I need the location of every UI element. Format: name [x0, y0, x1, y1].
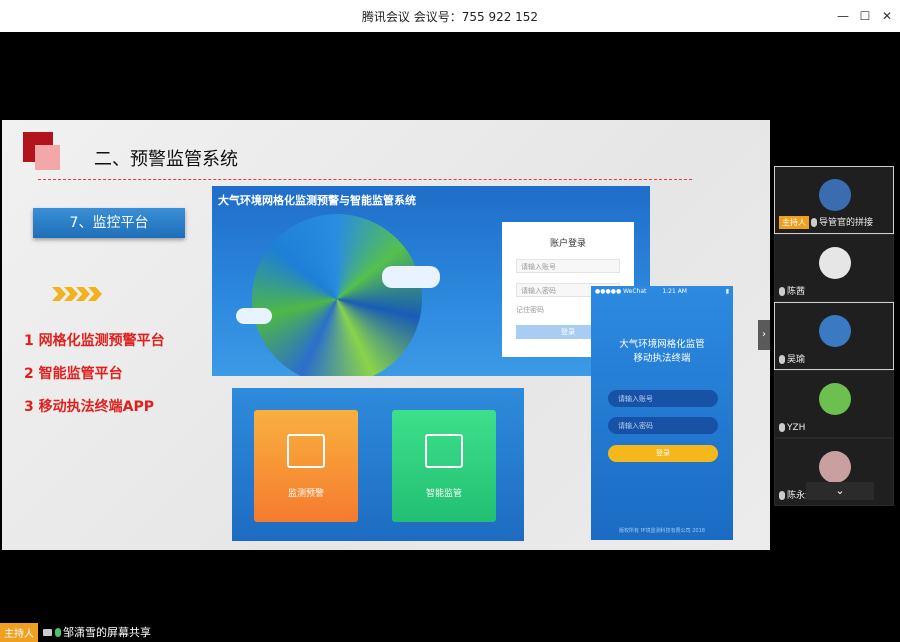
minimize-icon[interactable]: —	[832, 6, 854, 26]
app-password-field: 请输入密码	[608, 417, 718, 434]
shield-document-icon	[425, 434, 463, 468]
screen-share-status: 主持人 邹潇雪的屏幕共享	[0, 622, 151, 642]
login-username-field: 请输入账号	[516, 259, 620, 273]
host-badge: 主持人	[0, 622, 38, 642]
participant-tile[interactable]: YZH	[774, 370, 894, 438]
participant-name: 陈茜	[787, 287, 806, 297]
tile-label: 智能监管	[425, 489, 462, 499]
maximize-icon[interactable]: ☐	[854, 6, 876, 26]
chevron-arrows-icon	[52, 287, 102, 301]
slide-title: 二、预警监管系统	[94, 149, 238, 170]
feature-list: 1 网格化监测预警平台 2 智能监管平台 3 移动执法终端APP	[24, 330, 165, 429]
participant-tile[interactable]: 吴瑜	[774, 302, 894, 370]
share-status-text: 邹潇雪的屏幕共享	[63, 626, 151, 639]
mobile-app-screenshot: ●●●●● WeChat 1:21 AM ▮ 大气环境网格化监管 移动执法终端 …	[591, 286, 733, 540]
monitor-warning-tile: 监测预警	[254, 410, 358, 522]
participant-name: 吴瑜	[787, 355, 806, 365]
microphone-icon	[811, 218, 817, 227]
microphone-icon	[55, 627, 61, 637]
avatar	[819, 315, 851, 347]
microphone-icon	[779, 355, 785, 364]
app-title-line: 移动执法终端	[633, 353, 691, 364]
tile-label: 监测预警	[287, 489, 324, 499]
participant-name: YZH	[787, 423, 806, 433]
shared-screen-slide: 二、预警监管系统 7、监控平台 1 网格化监测预警平台 2 智能监管平台 3 移…	[2, 120, 770, 550]
system-title: 大气环境网格化监测预警与智能监管系统	[218, 194, 416, 207]
phone-status-time: 1:21 AM	[662, 288, 687, 295]
platform-menu-screenshot: 监测预警 智能监管	[232, 388, 524, 541]
cloud-icon	[382, 266, 440, 288]
microphone-icon	[779, 287, 785, 296]
app-username-field: 请输入账号	[608, 390, 718, 407]
avatar	[819, 451, 851, 483]
participant-tile[interactable]: 陈茜	[774, 234, 894, 302]
login-title: 账户登录	[549, 239, 586, 249]
app-footer: 版权所有 环境监测科技有限公司 2018	[619, 528, 705, 534]
close-icon[interactable]: ✕	[876, 6, 898, 26]
battery-icon: ▮	[725, 288, 729, 295]
avatar	[819, 179, 851, 211]
section-label: 7、监控平台	[33, 208, 185, 238]
list-item: 1 网格化监测预警平台	[24, 333, 165, 349]
app-title-line: 大气环境网格化监管	[619, 339, 705, 350]
microphone-icon	[779, 491, 785, 500]
avatar	[819, 247, 851, 279]
system-login-screenshot: 大气环境网格化监测预警与智能监管系统 账户登录 请输入账号 请输入密码 记住密码…	[212, 186, 650, 376]
title-bar: 腾讯会议 会议号：755 922 152 — ☐ ✕	[0, 0, 900, 32]
app-title: 大气环境网格化监管 移动执法终端	[591, 338, 733, 366]
screen-icon	[43, 628, 52, 636]
divider	[38, 179, 692, 180]
smart-supervision-tile: 智能监管	[392, 410, 496, 522]
participant-name: 导管官的拼接	[819, 218, 874, 228]
warning-chart-icon	[287, 434, 325, 468]
chevron-down-icon[interactable]: ⌄	[806, 482, 874, 500]
phone-status-carrier: ●●●●● WeChat	[595, 288, 647, 295]
avatar	[819, 383, 851, 415]
chevron-right-icon[interactable]: ›	[758, 320, 770, 350]
host-badge: 主持人	[779, 216, 809, 229]
microphone-icon	[779, 423, 785, 432]
app-login-button: 登录	[608, 445, 718, 462]
window-title: 腾讯会议 会议号：755 922 152	[361, 10, 539, 24]
cloud-icon	[236, 308, 272, 324]
phone-status-bar: ●●●●● WeChat 1:21 AM ▮	[591, 286, 733, 297]
globe-icon	[252, 214, 422, 376]
participants-panel: 主持人 导管官的拼接 陈茜 吴瑜 YZH 陈永清	[774, 166, 894, 506]
list-item: 2 智能监管平台	[24, 366, 123, 382]
list-item: 3 移动执法终端APP	[24, 399, 154, 415]
participant-tile[interactable]: 主持人 导管官的拼接	[774, 166, 894, 234]
slide-logo-accent	[35, 145, 60, 170]
